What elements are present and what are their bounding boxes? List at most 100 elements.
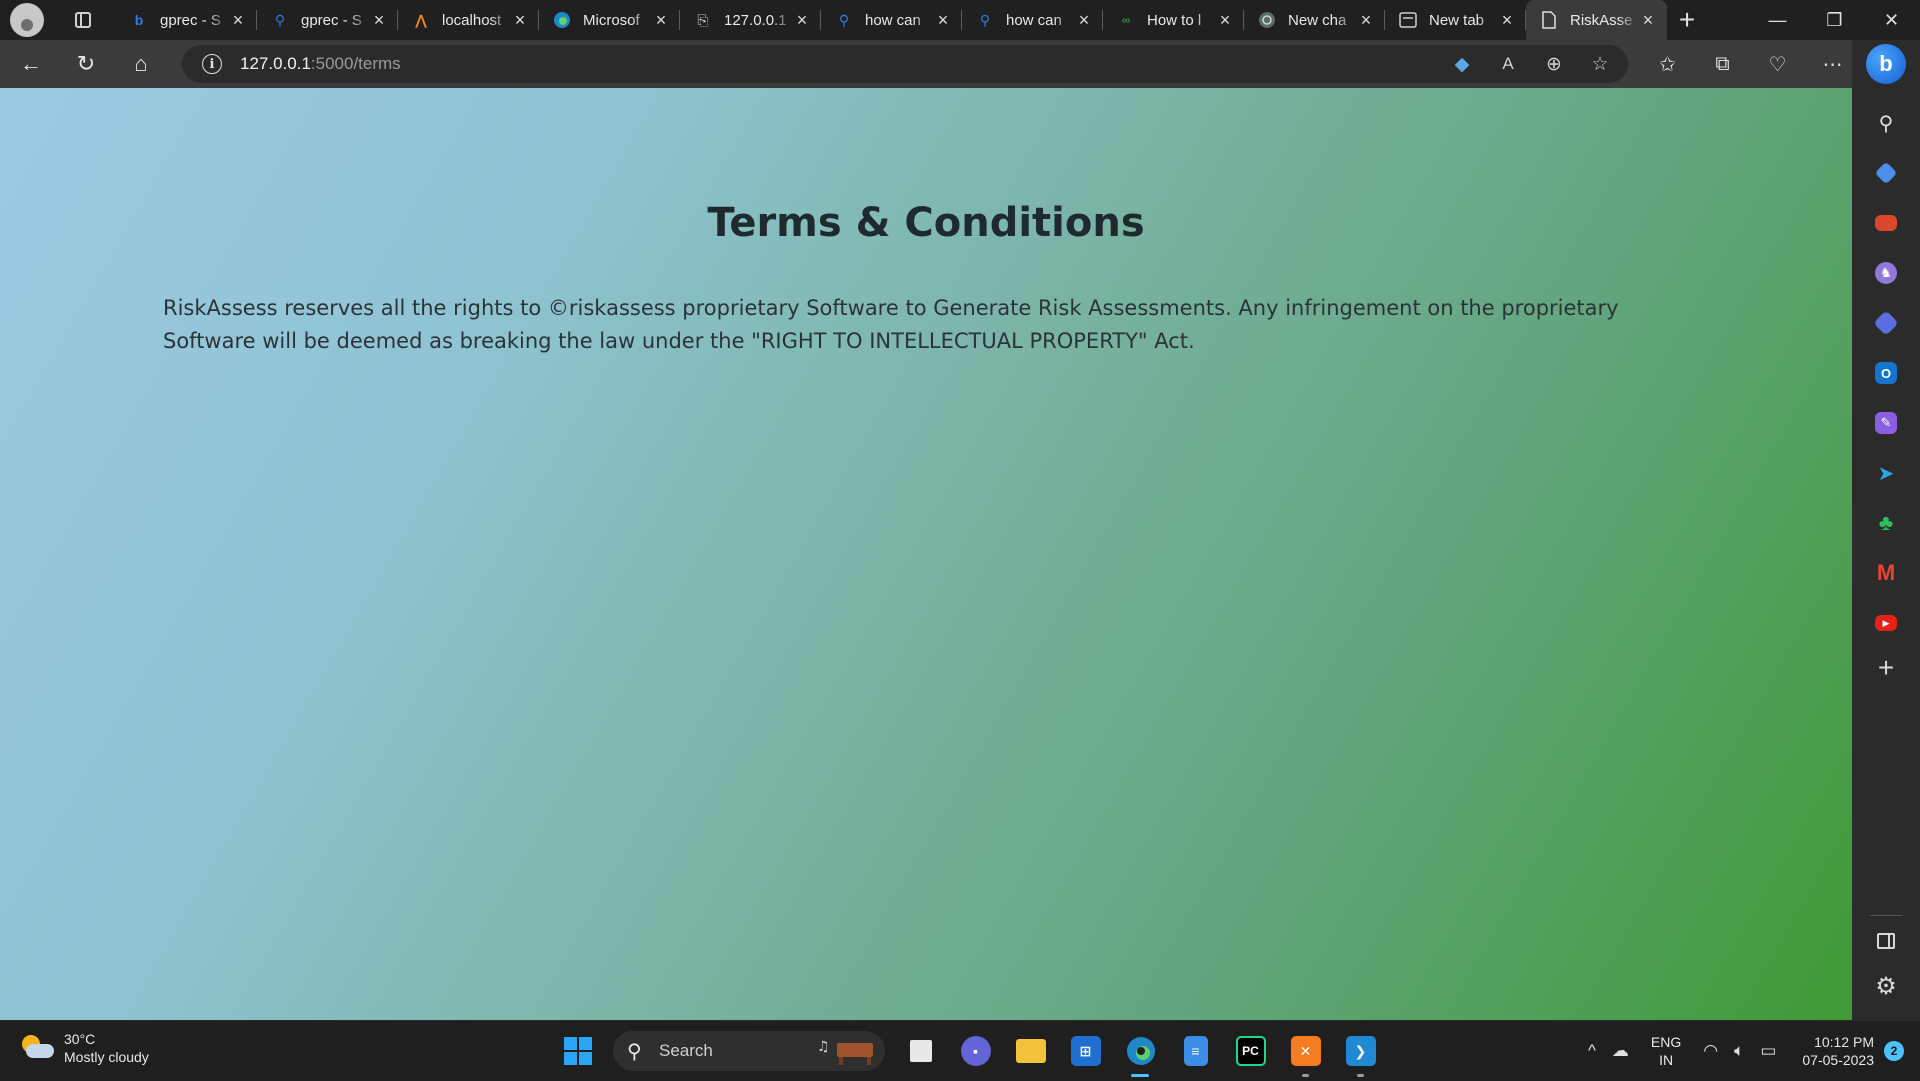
close-tab-icon[interactable]: × [793, 10, 811, 31]
telegram-icon[interactable]: ➤ [1852, 448, 1920, 498]
navigation-bar: ← ↻ ⌂ i 127.0.0.1:5000/terms ◆ A ⊕ ☆ ✩ ⧉… [0, 40, 1852, 88]
add-favorite-icon[interactable]: ☆ [1590, 53, 1610, 76]
vscode-icon[interactable]: ❯ [1333, 1021, 1388, 1081]
tab-label: gprec - S [160, 11, 221, 29]
edge-taskbar-icon[interactable] [1113, 1021, 1168, 1081]
tab-item[interactable]: ⚲ how can × [821, 0, 962, 40]
search-icon: ⚲ [838, 11, 850, 28]
show-hidden-icons-icon[interactable]: ^ [1588, 1041, 1596, 1061]
home-icon[interactable]: ⌂ [117, 44, 165, 84]
wifi-icon[interactable]: ◠ [1703, 1041, 1718, 1061]
partly-cloudy-icon [20, 1033, 54, 1063]
file-explorer-icon[interactable] [1003, 1021, 1058, 1081]
read-aloud-icon[interactable]: A [1498, 54, 1518, 74]
chatgpt-icon [1258, 11, 1276, 29]
close-tab-icon[interactable]: × [1357, 10, 1375, 31]
restore-icon[interactable]: ❐ [1806, 0, 1863, 40]
tab-actions-icon[interactable] [66, 3, 100, 37]
profile-avatar[interactable] [10, 3, 44, 37]
address-url[interactable]: 127.0.0.1:5000/terms [240, 54, 401, 74]
site-info-icon[interactable]: i [202, 54, 222, 74]
tools-icon[interactable] [1852, 198, 1920, 248]
sidebar-search-icon[interactable]: ⚲ [1852, 98, 1920, 148]
youtube-icon[interactable]: ▶ [1852, 598, 1920, 648]
sidebar-settings-icon[interactable]: ⚙ [1852, 972, 1920, 1001]
close-tab-icon[interactable]: × [1639, 10, 1657, 31]
task-view-icon[interactable] [893, 1021, 948, 1081]
refresh-icon[interactable]: ↻ [62, 44, 110, 84]
tab-item[interactable]: New tab × [1385, 0, 1526, 40]
start-button[interactable] [550, 1021, 605, 1081]
microsoft-store-icon[interactable]: ⊞ [1058, 1021, 1113, 1081]
add-app-icon[interactable]: + [1852, 652, 1920, 684]
taskbar-search[interactable]: ⚲ Search ♫ [613, 1031, 885, 1071]
tab-item[interactable]: ⋀ localhost × [398, 0, 539, 40]
search-icon: ⚲ [274, 11, 286, 28]
tree-icon[interactable]: ♣ [1852, 498, 1920, 548]
tab-label: New cha [1288, 11, 1347, 29]
page-viewport: Terms & Conditions RiskAssess reserves a… [0, 88, 1852, 1020]
tab-label: RiskAsse [1570, 11, 1633, 29]
clock-time: 10:12 PM [1814, 1034, 1874, 1050]
browser-essentials-icon[interactable]: ♡ [1750, 52, 1805, 77]
tab-item[interactable]: Microsof × [539, 0, 680, 40]
teams-chat-icon[interactable]: ▪ [948, 1021, 1003, 1081]
battery-icon[interactable]: ▭ [1760, 1041, 1776, 1061]
tab-label: gprec - S [301, 11, 362, 29]
url-host: 127.0.0.1 [240, 54, 311, 73]
tab-item[interactable]: New cha × [1244, 0, 1385, 40]
notification-badge[interactable]: 2 [1884, 1041, 1904, 1061]
tab-item[interactable]: ⚲ gprec - S × [257, 0, 398, 40]
onedrive-icon[interactable]: ☁ [1612, 1041, 1629, 1061]
drop-icon[interactable]: ✎ [1852, 398, 1920, 448]
collections-icon[interactable]: ⧉ [1695, 53, 1750, 76]
clock[interactable]: 10:12 PM 07-05-2023 [1802, 1033, 1874, 1069]
tab-item[interactable]: ∞ How to l × [1103, 0, 1244, 40]
close-tab-icon[interactable]: × [652, 10, 670, 31]
close-tab-icon[interactable]: × [1216, 10, 1234, 31]
volume-icon[interactable]: 🔈︎ [1734, 1041, 1744, 1061]
language-indicator[interactable]: ENG IN [1651, 1033, 1681, 1069]
tab-item[interactable]: ⚲ how can × [962, 0, 1103, 40]
search-icon: ⚲ [627, 1040, 642, 1063]
minimize-icon[interactable]: — [1749, 0, 1806, 40]
running-indicator [1131, 1074, 1149, 1077]
weather-widget[interactable]: 30°C Mostly cloudy [20, 1030, 149, 1066]
outlook-icon[interactable]: O [1852, 348, 1920, 398]
hide-sidebar-icon[interactable] [1877, 933, 1895, 949]
tab-label: how can [1006, 11, 1062, 29]
close-window-icon[interactable]: ✕ [1863, 0, 1920, 40]
address-bar[interactable]: i 127.0.0.1:5000/terms ◆ A ⊕ ☆ [182, 45, 1628, 83]
notepad-icon[interactable]: ≡ [1168, 1021, 1223, 1081]
favorites-icon[interactable]: ✩ [1640, 52, 1695, 77]
back-arrow-icon[interactable]: ← [7, 44, 55, 84]
close-tab-icon[interactable]: × [370, 10, 388, 31]
close-tab-icon[interactable]: × [1075, 10, 1093, 31]
page-error-icon: ⎘ [697, 11, 709, 28]
close-tab-icon[interactable]: × [229, 10, 247, 31]
gmail-icon[interactable]: M [1852, 548, 1920, 598]
tab-item[interactable]: b gprec - S × [116, 0, 257, 40]
tab-item-active[interactable]: RiskAsse × [1526, 0, 1667, 40]
close-tab-icon[interactable]: × [934, 10, 952, 31]
close-tab-icon[interactable]: × [511, 10, 529, 31]
shopping-icon[interactable] [1852, 148, 1920, 198]
bing-chat-icon[interactable]: b [1866, 44, 1906, 84]
games-icon[interactable]: ♞ [1852, 248, 1920, 298]
microsoft-365-icon[interactable] [1852, 298, 1920, 348]
system-tray: ^ ☁ ENG IN ◠ 🔈︎ ▭ 10:12 PM 07-05-2023 2 [1580, 1021, 1920, 1081]
xampp-taskbar-icon[interactable]: ✕ [1278, 1021, 1333, 1081]
lang-line2: IN [1659, 1052, 1674, 1068]
search-icon: ⚲ [979, 11, 991, 28]
close-tab-icon[interactable]: × [1498, 10, 1516, 31]
shopping-tag-icon[interactable]: ◆ [1452, 53, 1472, 76]
new-tab-button[interactable]: + [1667, 0, 1707, 40]
running-indicator [1302, 1074, 1309, 1077]
tab-label: 127.0.0.1 [724, 11, 787, 29]
geeks-icon: ∞ [1121, 13, 1131, 27]
xampp-icon: ⋀ [415, 11, 427, 28]
tab-item[interactable]: ⎘ 127.0.0.1 × [680, 0, 821, 40]
pycharm-icon[interactable]: PC [1223, 1021, 1278, 1081]
zoom-icon[interactable]: ⊕ [1544, 53, 1564, 76]
tab-label: localhost [442, 11, 502, 29]
